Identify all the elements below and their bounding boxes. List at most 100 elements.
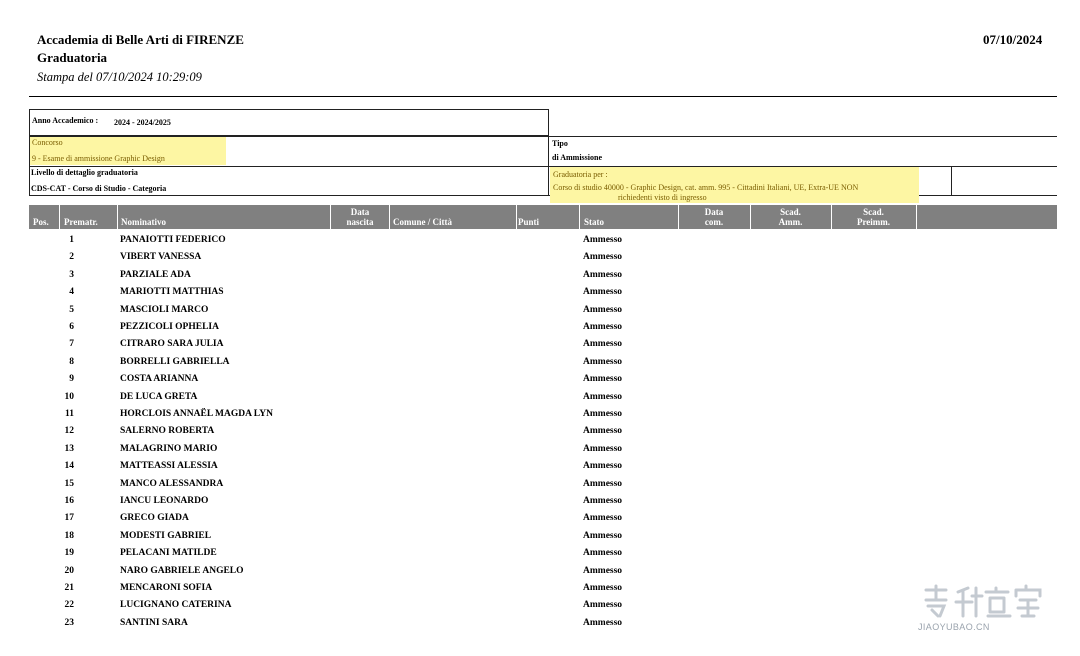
col-header-comune: Comune / Città (393, 217, 452, 227)
graduatoria-value-cont: richiedenti visto di ingresso (618, 193, 707, 202)
table-row: 8 BORRELLI GABRIELLA Ammesso (29, 357, 1057, 374)
row-nominativo: SALERNO ROBERTA (120, 426, 215, 437)
table-row: 11 HORCLOIS ANNAËL MAGDA LYN Ammesso (29, 409, 1057, 426)
table-header: Pos. Prematr. Nominativo Data nascita Co… (29, 205, 1057, 229)
table-row: 20 NARO GABRIELE ANGELO Ammesso (29, 566, 1057, 583)
table-row: 7 CITRARO SARA JULIA Ammesso (29, 339, 1057, 356)
row-stato: Ammesso (583, 304, 623, 315)
row-pos: 12 (64, 426, 75, 437)
row-nominativo: PEZZICOLI OPHELIA (120, 322, 219, 332)
table-row: 1 PANAIOTTI FEDERICO Ammesso (29, 235, 1057, 252)
anno-label: Anno Accademico : (32, 116, 99, 125)
col-header-scad-amm-line2: Amm. (778, 217, 803, 227)
livello-label: Livello di dettaglio graduatoria (31, 168, 138, 177)
row-nominativo: DE LUCA GRETA (120, 391, 198, 402)
table-row: 18 MODESTI GABRIEL Ammesso (29, 531, 1057, 548)
row-stato: Ammesso (583, 548, 623, 559)
column-separator (579, 205, 580, 229)
table-row: 4 MARIOTTI MATTHIAS Ammesso (29, 287, 1057, 304)
col-header-data-nascita-line2: nascita (346, 217, 374, 227)
row-nominativo: MARIOTTI MATTHIAS (120, 287, 224, 298)
row-nominativo: MALAGRINO MARIO (120, 443, 218, 454)
row-pos: 19 (64, 548, 75, 559)
table-row: 5 MASCIOLI MARCO Ammesso (29, 305, 1057, 322)
row-nominativo: GRECO GIADA (120, 513, 189, 524)
table-row: 16 IANCU LEONARDO Ammesso (29, 496, 1057, 513)
livello-value: CDS-CAT - Corso di Studio - Categoria (31, 184, 167, 193)
institution-name: Accademia di Belle Arti di FIRENZE (37, 32, 244, 47)
row-stato: Ammesso (583, 443, 623, 454)
row-pos: 11 (65, 409, 74, 419)
print-timestamp: Stampa del 07/10/2024 10:29:09 (37, 70, 202, 84)
row-pos: 17 (64, 513, 75, 524)
col-header-punti: Punti (518, 217, 540, 227)
row-stato: Ammesso (583, 478, 623, 489)
row-nominativo: SANTINI SARA (120, 617, 188, 628)
table-row: 17 GRECO GIADA Ammesso (29, 513, 1057, 530)
row-pos: 10 (64, 391, 75, 402)
tipo-value: di Ammissione (552, 153, 603, 162)
table-row: 14 MATTEASSI ALESSIA Ammesso (29, 461, 1057, 478)
row-stato: Ammesso (583, 339, 623, 350)
row-stato: Ammesso (583, 513, 623, 524)
table-row: 21 MENCARONI SOFIA Ammesso (29, 583, 1057, 600)
row-nominativo: IANCU LEONARDO (120, 496, 209, 506)
row-pos: 20 (64, 565, 75, 576)
row-pos: 6 (69, 322, 74, 332)
table-row: 2 VIBERT VANESSA Ammesso (29, 252, 1057, 269)
col-header-scad-preimm: Scad. Preimm. (831, 207, 916, 227)
row-stato: Ammesso (583, 391, 623, 402)
row-nominativo: MASCIOLI MARCO (120, 304, 209, 315)
row-pos: 3 (69, 269, 74, 280)
col-header-scad-amm: Scad. Amm. (750, 207, 831, 227)
col-header-prematr: Prematr. (64, 217, 98, 227)
row-stato: Ammesso (583, 600, 623, 611)
col-header-scad-amm-line1: Scad. (780, 207, 801, 217)
document-title: Graduatoria (37, 50, 108, 65)
table-row: 3 PARZIALE ADA Ammesso (29, 270, 1057, 287)
table-row: 15 MANCO ALESSANDRA Ammesso (29, 479, 1057, 496)
watermark-text: JIAOYUBAO.CN (918, 622, 990, 632)
document-date: 07/10/2024 (983, 32, 1043, 47)
row-stato: Ammesso (583, 496, 623, 506)
row-nominativo: MODESTI GABRIEL (120, 530, 212, 541)
row-nominativo: MENCARONI SOFIA (120, 583, 213, 593)
tipo-label: Tipo (552, 139, 568, 148)
row-pos: 14 (64, 461, 75, 472)
col-header-scad-preimm-line1: Scad. (863, 207, 884, 217)
row-stato: Ammesso (583, 617, 623, 628)
table-row: 12 SALERNO ROBERTA Ammesso (29, 426, 1057, 443)
row-nominativo: MATTEASSI ALESSIA (120, 461, 218, 472)
table-row: 23 SANTINI SARA Ammesso (29, 618, 1057, 635)
table-row: 13 MALAGRINO MARIO Ammesso (29, 444, 1057, 461)
col-header-data-com: Data com. (678, 207, 750, 227)
row-stato: Ammesso (583, 356, 623, 367)
divider (548, 136, 549, 196)
concorso-value: 9 - Esame di ammissione Graphic Design (32, 154, 165, 163)
row-nominativo: PARZIALE ADA (120, 269, 191, 280)
col-header-nominativo: Nominativo (121, 217, 166, 227)
anno-value: 2024 - 2024/2025 (114, 118, 171, 127)
row-pos: 2 (69, 252, 74, 263)
row-nominativo: MANCO ALESSANDRA (120, 478, 224, 489)
row-pos: 23 (64, 617, 75, 628)
row-nominativo: CITRARO SARA JULIA (120, 339, 224, 350)
row-stato: Ammesso (583, 409, 623, 419)
row-pos: 7 (69, 339, 74, 350)
col-header-data-com-line2: com. (704, 217, 724, 227)
table-row: 10 DE LUCA GRETA Ammesso (29, 392, 1057, 409)
column-separator (117, 205, 118, 229)
row-stato: Ammesso (583, 530, 623, 541)
row-stato: Ammesso (583, 287, 623, 298)
column-separator (516, 205, 517, 229)
row-stato: Ammesso (583, 583, 623, 593)
row-nominativo: VIBERT VANESSA (120, 252, 202, 263)
row-pos: 15 (64, 478, 75, 489)
row-pos: 5 (69, 304, 74, 315)
row-pos: 21 (64, 583, 75, 593)
row-stato: Ammesso (583, 565, 623, 576)
row-pos: 16 (64, 496, 75, 506)
concorso-label: Concorso (32, 138, 63, 147)
row-stato: Ammesso (583, 426, 623, 437)
col-header-data-nascita: Data nascita (330, 207, 390, 227)
